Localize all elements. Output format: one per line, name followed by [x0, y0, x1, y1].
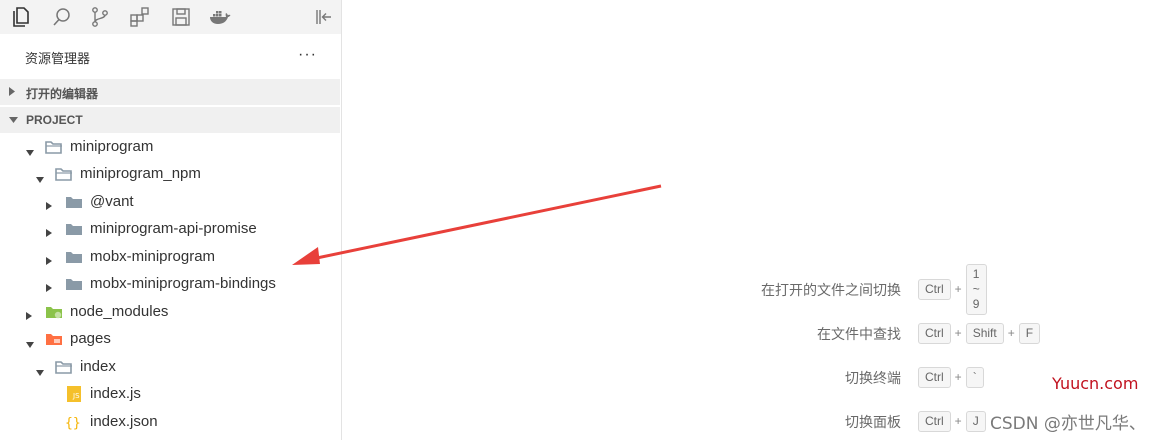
shortcut-label: 在打开的文件之间切换: [761, 282, 901, 298]
open-editors-section[interactable]: 打开的编辑器: [0, 79, 340, 105]
folder-icon: [65, 221, 83, 237]
open-editors-label: 打开的编辑器: [26, 87, 99, 101]
svg-text:JS: JS: [72, 392, 80, 400]
tree-item-index-js[interactable]: JS index.js: [0, 381, 340, 408]
tree-item-mobx-miniprogram-bindings[interactable]: mobx-miniprogram-bindings: [0, 271, 340, 298]
key-cap: Ctrl: [918, 322, 951, 344]
tree-item-miniprogram[interactable]: miniprogram: [0, 134, 340, 161]
tree-item-index-json[interactable]: {} index.json: [0, 409, 340, 436]
folder-open-icon: [55, 166, 73, 182]
plus-sign: +: [954, 282, 962, 296]
tree-item-label: index: [80, 358, 116, 375]
plus-sign: +: [954, 414, 962, 428]
file-js-icon: JS: [65, 386, 83, 402]
key-cap: 1 ~ 9: [965, 263, 987, 315]
folder-node-icon: [45, 304, 63, 320]
tree-item-label: index.json: [90, 413, 158, 430]
shortcut-keys: Ctrl +1 ~ 9: [918, 263, 987, 315]
source-control-icon[interactable]: [88, 5, 112, 29]
shortcut-keys: Ctrl + J: [918, 410, 986, 432]
collapse-sidebar-icon[interactable]: [311, 5, 335, 29]
chevron-down-icon: [36, 363, 44, 380]
key-cap: Ctrl: [918, 366, 951, 388]
key-cap: Ctrl: [918, 278, 951, 300]
chevron-down-icon: [26, 143, 34, 160]
shortcut-label: 在文件中查找: [817, 326, 901, 342]
tree-item-label: mobx-miniprogram: [90, 248, 216, 265]
extensions-icon[interactable]: [128, 5, 152, 29]
chevron-down-icon: [9, 117, 18, 123]
tree-item-miniprogram-api-promise[interactable]: miniprogram-api-promise: [0, 216, 340, 243]
save-icon[interactable]: [169, 5, 193, 29]
chevron-right-icon: [46, 197, 52, 214]
tree-item-node-modules[interactable]: node_modules: [0, 299, 340, 326]
chevron-right-icon: [46, 252, 52, 269]
key-cap: F: [1018, 322, 1041, 344]
folder-icon: [65, 194, 83, 210]
key-cap: `: [965, 366, 984, 388]
red-arrow-annotation: [292, 184, 662, 265]
tree-item-label: miniprogram: [70, 138, 154, 155]
folder-open-icon: [45, 139, 63, 155]
key-cap: Ctrl: [918, 410, 951, 432]
plus-sign: +: [954, 370, 962, 384]
folder-icon: [65, 249, 83, 265]
tree-item-label: @vant: [90, 193, 134, 210]
docker-icon[interactable]: [208, 5, 232, 29]
shortcut-label: 切换终端: [845, 370, 901, 386]
tree-item-label: node_modules: [70, 303, 169, 320]
tree-item-label: miniprogram_npm: [80, 165, 201, 182]
tree-item-miniprogram-npm[interactable]: miniprogram_npm: [0, 161, 340, 188]
folder-open-icon: [55, 359, 73, 375]
chevron-right-icon: [46, 279, 52, 296]
chevron-down-icon: [36, 170, 44, 187]
site-watermark: Yuucn.com: [1052, 374, 1139, 393]
tree-item-pages[interactable]: pages: [0, 326, 340, 353]
shortcut-label: 切换面板: [845, 414, 901, 430]
shortcut-keys: Ctrl + `: [918, 366, 984, 388]
shortcut-keys: Ctrl + Shift + F: [918, 322, 1041, 344]
tree-item--vant[interactable]: @vant: [0, 189, 340, 216]
tree-item-label: index.js: [90, 385, 141, 402]
chevron-right-icon: [9, 87, 15, 96]
activity-bar: [0, 0, 341, 34]
search-icon[interactable]: [50, 5, 74, 29]
shortcut-row: 在文件中查找 Ctrl + Shift + F: [342, 322, 1041, 344]
file-json-icon: {}: [65, 414, 83, 431]
key-cap: Shift: [965, 322, 1004, 344]
chevron-right-icon: [26, 307, 32, 324]
files-icon[interactable]: [9, 5, 33, 29]
chevron-down-icon: [26, 335, 34, 352]
tree-item-mobx-miniprogram[interactable]: mobx-miniprogram: [0, 244, 340, 271]
plus-sign: +: [1007, 326, 1015, 340]
shortcut-row: 切换面板 Ctrl + J: [342, 410, 986, 432]
tree-item-label: pages: [70, 330, 111, 347]
project-section[interactable]: PROJECT: [0, 107, 340, 133]
shortcut-row: 切换终端 Ctrl + `: [342, 366, 984, 388]
editor-welcome: 在打开的文件之间切换 Ctrl +1 ~ 9 在文件中查找 Ctrl + Shift + F 切换…: [292, 0, 1164, 440]
svg-text:{}: {}: [65, 416, 81, 430]
plus-sign: +: [954, 326, 962, 340]
chevron-right-icon: [46, 224, 52, 241]
csdn-watermark: CSDN @亦世凡华、: [990, 414, 1146, 434]
project-label: PROJECT: [26, 113, 83, 127]
tree-item-label: mobx-miniprogram-bindings: [90, 275, 276, 292]
shortcut-row: 在打开的文件之间切换 Ctrl +1 ~ 9: [342, 263, 987, 315]
tree-item-label: miniprogram-api-promise: [90, 220, 257, 237]
folder-icon: [65, 276, 83, 292]
more-actions-button[interactable]: ···: [298, 46, 317, 64]
folder-pages-icon: [45, 331, 63, 347]
explorer-title: 资源管理器: [25, 51, 91, 66]
tree-item-index[interactable]: index: [0, 354, 340, 381]
key-cap: J: [965, 410, 986, 432]
